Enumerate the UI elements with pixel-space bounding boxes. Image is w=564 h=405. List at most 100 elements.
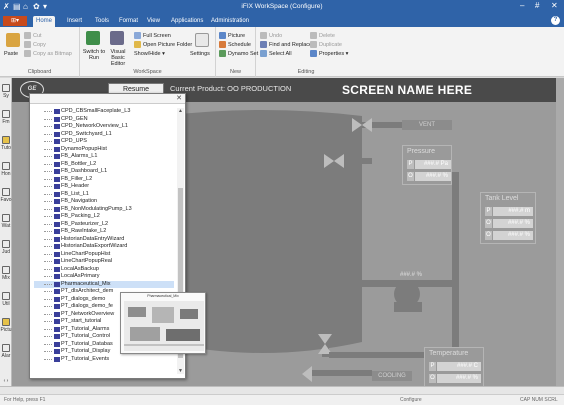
switch-to-run-button[interactable]: Switch to Run bbox=[82, 49, 106, 61]
tree-item[interactable]: FB_Dashboard_L1 bbox=[34, 168, 174, 176]
tree-connector bbox=[44, 246, 52, 247]
utilities-icon bbox=[2, 292, 10, 300]
tree-item[interactable]: DynamoPopupHist bbox=[34, 146, 174, 154]
undo-button[interactable]: Undo bbox=[260, 32, 282, 39]
tree-connector bbox=[44, 178, 52, 180]
tree-item-label: FB_Navigation bbox=[61, 198, 98, 204]
delete-button[interactable]: Delete bbox=[310, 32, 335, 39]
close-button[interactable]: ✕ bbox=[551, 1, 558, 10]
binoculars-icon bbox=[260, 41, 267, 48]
sidebar-item-tutorial[interactable]: Tuto bbox=[0, 136, 12, 151]
picture-file-icon bbox=[54, 289, 60, 294]
maximize-button[interactable]: # bbox=[535, 1, 539, 10]
tree-item[interactable]: FB_Alarms_L1 bbox=[34, 153, 174, 161]
duplicate-icon bbox=[310, 41, 317, 48]
new-dynamo-set-button[interactable]: Dynamo Set bbox=[219, 50, 258, 57]
sidebar-scroll-arrows[interactable]: ‹ › bbox=[0, 378, 12, 384]
tree-item[interactable]: FB_Bottler_L2 bbox=[34, 161, 174, 169]
tab-home[interactable]: Home bbox=[33, 16, 56, 27]
find-replace-button[interactable]: Find and Replace bbox=[260, 41, 312, 48]
inlet-pipe bbox=[342, 158, 372, 164]
sidebar-item-alarms[interactable]: Alar bbox=[0, 344, 12, 359]
help-icon[interactable]: ? bbox=[551, 16, 560, 25]
tree-item[interactable]: LineChartPopupReal bbox=[34, 258, 174, 266]
full-screen-button[interactable]: Full Screen bbox=[134, 32, 171, 39]
tree-item[interactable]: LocalAsPrimary bbox=[34, 273, 174, 281]
file-menu-button[interactable]: ⊞▾ bbox=[3, 16, 27, 26]
pump-value: ###.# % bbox=[400, 272, 423, 278]
sidebar-item-favorites[interactable]: Favo bbox=[0, 188, 12, 203]
tree-connector bbox=[44, 276, 52, 277]
sidebar-item-utilities[interactable]: Util bbox=[0, 292, 12, 307]
tree-item[interactable]: CPD_UPS bbox=[34, 138, 174, 146]
tree-item[interactable]: CPD_Switchyard_L1 bbox=[34, 131, 174, 139]
tree-item[interactable]: HistorianDataEntryWizard bbox=[34, 236, 174, 244]
tree-item[interactable]: CPD_NetworkOverview_L1 bbox=[34, 123, 174, 131]
current-product: Current Product: OO PRODUCTION bbox=[170, 84, 292, 93]
new-picture-button[interactable]: Picture bbox=[219, 32, 245, 39]
show-hide-dropdown[interactable]: Show/Hide ▾ bbox=[134, 51, 165, 57]
tree-connector bbox=[44, 261, 52, 262]
tab-tools[interactable]: Tools bbox=[92, 16, 112, 27]
tree-item[interactable]: Pharmaceutical_Mix bbox=[34, 280, 174, 288]
minimize-button[interactable]: – bbox=[520, 1, 524, 10]
explorer-close-button[interactable]: ✕ bbox=[176, 94, 182, 102]
tree-item[interactable]: FB_Filler_L2 bbox=[34, 176, 174, 184]
tree-connector bbox=[44, 141, 52, 142]
tree-connector bbox=[44, 231, 52, 232]
tab-insert[interactable]: Insert bbox=[64, 16, 85, 27]
tree-item[interactable]: FB_Navigation bbox=[34, 198, 174, 206]
sidebar-item-juice[interactable]: Jud bbox=[0, 240, 12, 255]
properties-button[interactable]: Properties ▾ bbox=[310, 50, 348, 57]
tree-item[interactable]: FB_Packing_L2 bbox=[34, 213, 174, 221]
sidebar-item-water[interactable]: Wat bbox=[0, 214, 12, 229]
tab-applications[interactable]: Applications bbox=[168, 16, 206, 27]
settings-icon bbox=[195, 33, 209, 47]
tree-item[interactable]: LineChartPopupHist bbox=[34, 251, 174, 259]
sidebar-item-forms[interactable]: Fm bbox=[0, 110, 12, 125]
folder-icon bbox=[134, 41, 141, 48]
visual-basic-editor-button[interactable]: Visual Basic Editor bbox=[106, 49, 130, 67]
sidebar-item-mix[interactable]: Mix bbox=[0, 266, 12, 281]
tree-item-label: PT_Tutorial_Display bbox=[61, 348, 111, 354]
tree-item[interactable]: FB_Header bbox=[34, 183, 174, 191]
cut-button[interactable]: Cut bbox=[24, 32, 42, 39]
tree-connector bbox=[44, 193, 52, 195]
editing-group: Undo Find and Replace Select All Delete … bbox=[256, 27, 356, 77]
tree-item[interactable]: FB_NonModulatingPump_L3 bbox=[34, 206, 174, 214]
sidebar-item-pictures[interactable]: Pictu bbox=[0, 318, 12, 333]
settings-button[interactable]: Settings bbox=[190, 51, 210, 57]
tree-item[interactable]: HistorianDataExportWizard bbox=[34, 243, 174, 251]
tree-item-label: FB_Dashboard_L1 bbox=[61, 168, 108, 174]
tree-item[interactable]: FB_RawIntake_L2 bbox=[34, 228, 174, 236]
tab-format[interactable]: Format bbox=[116, 16, 141, 27]
paste-button[interactable]: Paste bbox=[4, 51, 18, 57]
scroll-down-icon[interactable]: ▼ bbox=[177, 368, 184, 374]
tree-item-label: PT_dialogs_demo bbox=[61, 295, 106, 302]
duplicate-button[interactable]: Duplicate bbox=[310, 41, 342, 48]
preview-block bbox=[180, 309, 198, 319]
tree-item[interactable]: CPD_CBSmallFaceplate_L3 bbox=[34, 108, 174, 116]
tree-item-label: CPD_CBSmallFaceplate_L3 bbox=[61, 108, 131, 114]
tree-item[interactable]: FB_Pasteurizer_L2 bbox=[34, 221, 174, 229]
scroll-up-icon[interactable]: ▲ bbox=[177, 108, 184, 114]
copy-button[interactable]: Copy bbox=[24, 41, 46, 48]
system-tree-sidebar: Sy Fm Tuto Hon Favo Wat Jud Mix Util Pic… bbox=[0, 78, 12, 394]
level-riser bbox=[452, 172, 459, 362]
new-group-label: New bbox=[229, 69, 241, 75]
new-schedule-button[interactable]: Schedule bbox=[219, 41, 251, 48]
sidebar-item-home[interactable]: Hon bbox=[0, 162, 12, 177]
horizontal-scrollbar[interactable] bbox=[0, 386, 564, 394]
tab-administration[interactable]: Administration bbox=[208, 16, 252, 27]
tree-item[interactable]: FB_List_L1 bbox=[34, 191, 174, 199]
select-all-button[interactable]: Select All bbox=[260, 50, 292, 57]
sidebar-item-system[interactable]: Sy bbox=[0, 84, 12, 99]
tutorial-icon bbox=[2, 136, 10, 144]
tab-view[interactable]: View bbox=[144, 16, 163, 27]
open-picture-folder-button[interactable]: Open Picture Folder bbox=[134, 41, 192, 48]
tree-item[interactable]: PT_Tutorial_Events bbox=[34, 356, 174, 364]
tank-top bbox=[162, 110, 362, 142]
tree-item[interactable]: LocalAsBackup bbox=[34, 266, 174, 274]
copy-bitmap-button[interactable]: Copy as Bitmap bbox=[24, 50, 72, 57]
tree-item[interactable]: CPD_GEN bbox=[34, 116, 174, 124]
